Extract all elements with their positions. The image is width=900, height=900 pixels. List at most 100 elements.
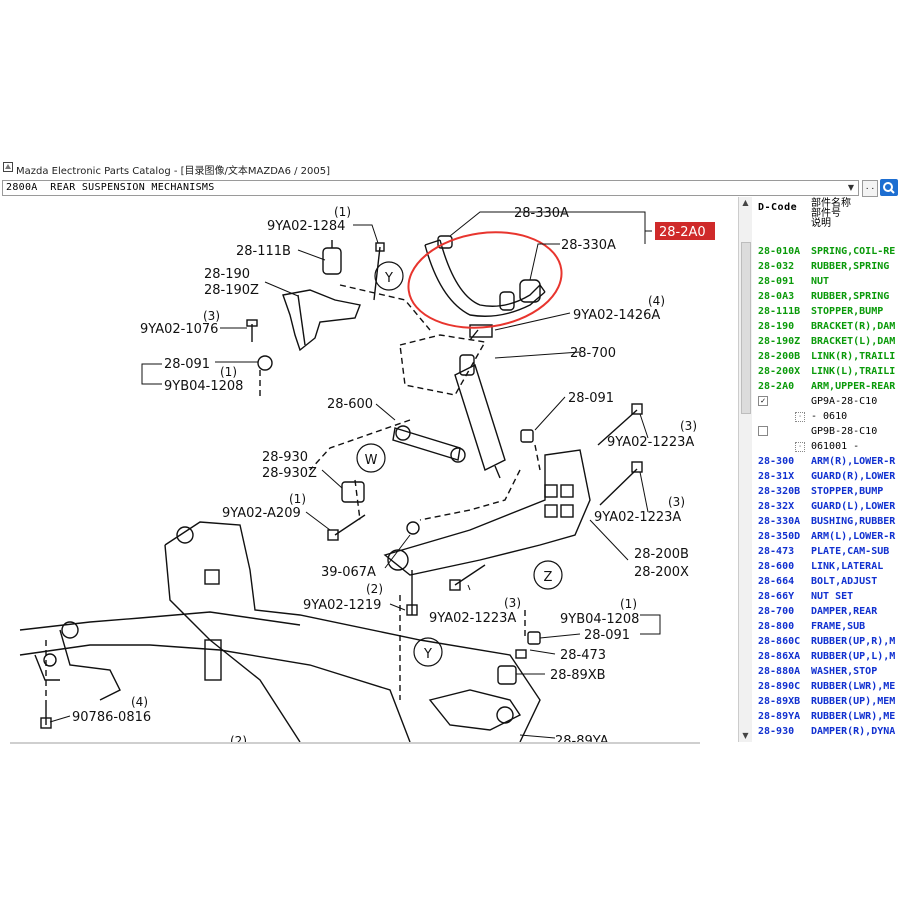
part-row[interactable]: 28-350D ARM(L),LOWER-R: [755, 529, 900, 544]
part-row[interactable]: 28-300 ARM(R),LOWER-R: [755, 454, 900, 469]
part-row[interactable]: 28-860C RUBBER(UP,R),M: [755, 634, 900, 649]
callout-28-330A[interactable]: 28-330A: [561, 238, 616, 253]
callout-28-200B[interactable]: 28-200B: [634, 547, 689, 562]
part-row[interactable]: 28-111B STOPPER,BUMP: [755, 304, 900, 319]
scroll-up-icon[interactable]: ▲: [739, 197, 752, 209]
qty-90786: (4): [131, 695, 148, 709]
part-name: NUT: [811, 276, 830, 287]
part-row[interactable]: 28-86XA RUBBER(UP,L),M: [755, 649, 900, 664]
parts-diagram[interactable]: Y W Z Y 28-330A 28-330A 28-2A0 (4) 9YA02…: [0, 197, 752, 742]
part-row[interactable]: 28-190 BRACKET(R),DAM: [755, 319, 900, 334]
qty-1284: (1): [334, 205, 351, 219]
part-name: RUBBER(UP,L),M: [811, 651, 896, 662]
variant-checkbox[interactable]: ✓: [758, 396, 768, 406]
callout-28-200X[interactable]: 28-200X: [634, 565, 689, 580]
qty-1076: (3): [203, 309, 220, 323]
view-letter-w: W: [356, 443, 386, 473]
part-row[interactable]: 28-010A SPRING,COIL-RE: [755, 244, 900, 259]
scroll-down-icon[interactable]: ▼: [739, 730, 752, 742]
callout-28-473[interactable]: 28-473: [560, 648, 606, 663]
callout-9YA02-1219[interactable]: 9YA02-1219: [303, 598, 381, 613]
variant-checkbox[interactable]: [758, 426, 768, 436]
callout-9YB04-1208-a[interactable]: 9YB04-1208: [164, 379, 243, 394]
diagram-vertical-scrollbar[interactable]: ▲ ▼: [738, 197, 752, 742]
variant-row[interactable]: GP9B-28-C10: [755, 424, 900, 439]
callout-9YA02-A209[interactable]: 9YA02-A209: [222, 506, 301, 521]
part-row[interactable]: 28-190Z BRACKET(L),DAM: [755, 334, 900, 349]
callout-28-111B[interactable]: 28-111B: [236, 244, 291, 259]
callout-28-89YA[interactable]: 28-89YA: [555, 734, 609, 742]
callout-28-930Z[interactable]: 28-930Z: [262, 466, 317, 481]
callout-28-930[interactable]: 28-930: [262, 450, 308, 465]
part-name: WASHER,STOP: [811, 666, 878, 677]
part-row[interactable]: 28-890C RUBBER(LWR),ME: [755, 679, 900, 694]
part-row[interactable]: 28-320B STOPPER,BUMP: [755, 484, 900, 499]
part-row[interactable]: 28-664 BOLT,ADJUST: [755, 574, 900, 589]
callout-9YA02-1223A-c[interactable]: 9YA02-1223A: [429, 611, 516, 626]
part-name: RUBBER,SPRING: [811, 261, 890, 272]
part-code: 28-190Z: [758, 336, 801, 347]
expand-icon[interactable]: ·: [795, 442, 805, 452]
variant-date-row[interactable]: · - 0610: [755, 409, 900, 424]
part-name: SPRING,COIL-RE: [811, 246, 896, 257]
section-select[interactable]: 2800A REAR SUSPENSION MECHANISMS: [2, 180, 859, 196]
callout-9YA02-1076[interactable]: 9YA02-1076: [140, 322, 218, 337]
part-row[interactable]: 28-89XB RUBBER(UP),MEM: [755, 694, 900, 709]
part-row[interactable]: 28-473 PLATE,CAM-SUB: [755, 544, 900, 559]
part-code: 28-0A3: [758, 291, 795, 302]
callout-28-89XB[interactable]: 28-89XB: [550, 668, 606, 683]
callout-28-091-c[interactable]: 28-091: [584, 628, 630, 643]
part-row[interactable]: 28-880A WASHER,STOP: [755, 664, 900, 679]
part-row[interactable]: 28-89YA RUBBER(LWR),ME: [755, 709, 900, 724]
header-dcode[interactable]: D-Code: [758, 202, 797, 213]
view-letter-y2: Y: [413, 637, 443, 667]
chevron-down-icon[interactable]: ▼: [845, 181, 857, 195]
search-icon[interactable]: [880, 179, 898, 196]
callout-9YA02-1426A[interactable]: 9YA02-1426A: [573, 308, 660, 323]
variant-row[interactable]: ✓ GP9A-28-C10: [755, 394, 900, 409]
part-code: 28-190: [758, 321, 795, 332]
part-row[interactable]: 28-31X GUARD(R),LOWER: [755, 469, 900, 484]
part-code: 28-091: [758, 276, 795, 287]
part-row[interactable]: 28-0A3 RUBBER,SPRING: [755, 289, 900, 304]
part-row[interactable]: 28-091 NUT: [755, 274, 900, 289]
part-name: STOPPER,BUMP: [811, 306, 884, 317]
part-row[interactable]: 28-700 DAMPER,REAR: [755, 604, 900, 619]
view-letter-y1: Y: [374, 261, 404, 291]
part-row[interactable]: 28-032 RUBBER,SPRING: [755, 259, 900, 274]
part-row[interactable]: 28-330A BUSHING,RUBBER: [755, 514, 900, 529]
callout-9YA02-1284[interactable]: 9YA02-1284: [267, 219, 345, 234]
callout-28-091-b[interactable]: 28-091: [568, 391, 614, 406]
part-code: 28-350D: [758, 531, 801, 542]
part-row[interactable]: 28-200B LINK(R),TRAILI: [755, 349, 900, 364]
callout-28-190Z[interactable]: 28-190Z: [204, 283, 259, 298]
callout-28-600[interactable]: 28-600: [327, 397, 373, 412]
part-row[interactable]: 28-66Y NUT SET: [755, 589, 900, 604]
svg-text:W: W: [365, 453, 378, 468]
callout-28-091-a[interactable]: 28-091: [164, 357, 210, 372]
part-row[interactable]: 28-200X LINK(L),TRAILI: [755, 364, 900, 379]
callout-28-2A0[interactable]: 28-2A0: [659, 225, 706, 240]
header-columns[interactable]: 部件名称 部件号 说明: [811, 199, 851, 229]
more-button[interactable]: . .: [862, 180, 878, 197]
part-row[interactable]: 28-32X GUARD(L),LOWER: [755, 499, 900, 514]
callout-90786-0816[interactable]: 90786-0816: [72, 710, 151, 725]
part-row[interactable]: 28-930 DAMPER(R),DYNA: [755, 724, 900, 739]
scroll-thumb[interactable]: [741, 242, 751, 414]
callout-9YA02-1223A-b[interactable]: 9YA02-1223A: [594, 510, 681, 525]
part-name: RUBBER(LWR),ME: [811, 681, 896, 692]
window-title: Mazda Electronic Parts Catalog - [目录图像/文…: [16, 166, 331, 177]
variant-date-row[interactable]: · 061001 -: [755, 439, 900, 454]
callout-9YA02-1223A-a[interactable]: 9YA02-1223A: [607, 435, 694, 450]
part-row[interactable]: 28-2A0 ARM,UPPER-REAR: [755, 379, 900, 394]
callout-28-190[interactable]: 28-190: [204, 267, 250, 282]
part-name: RUBBER,SPRING: [811, 291, 890, 302]
callout-28-330A-top[interactable]: 28-330A: [514, 206, 569, 221]
callout-28-700[interactable]: 28-700: [570, 346, 616, 361]
qty-bottom: (2): [230, 734, 247, 742]
callout-9YB04-1208-b[interactable]: 9YB04-1208: [560, 612, 639, 627]
expand-icon[interactable]: ·: [795, 412, 805, 422]
callout-39-067A[interactable]: 39-067A: [321, 565, 376, 580]
part-row[interactable]: 28-600 LINK,LATERAL: [755, 559, 900, 574]
part-row[interactable]: 28-800 FRAME,SUB: [755, 619, 900, 634]
